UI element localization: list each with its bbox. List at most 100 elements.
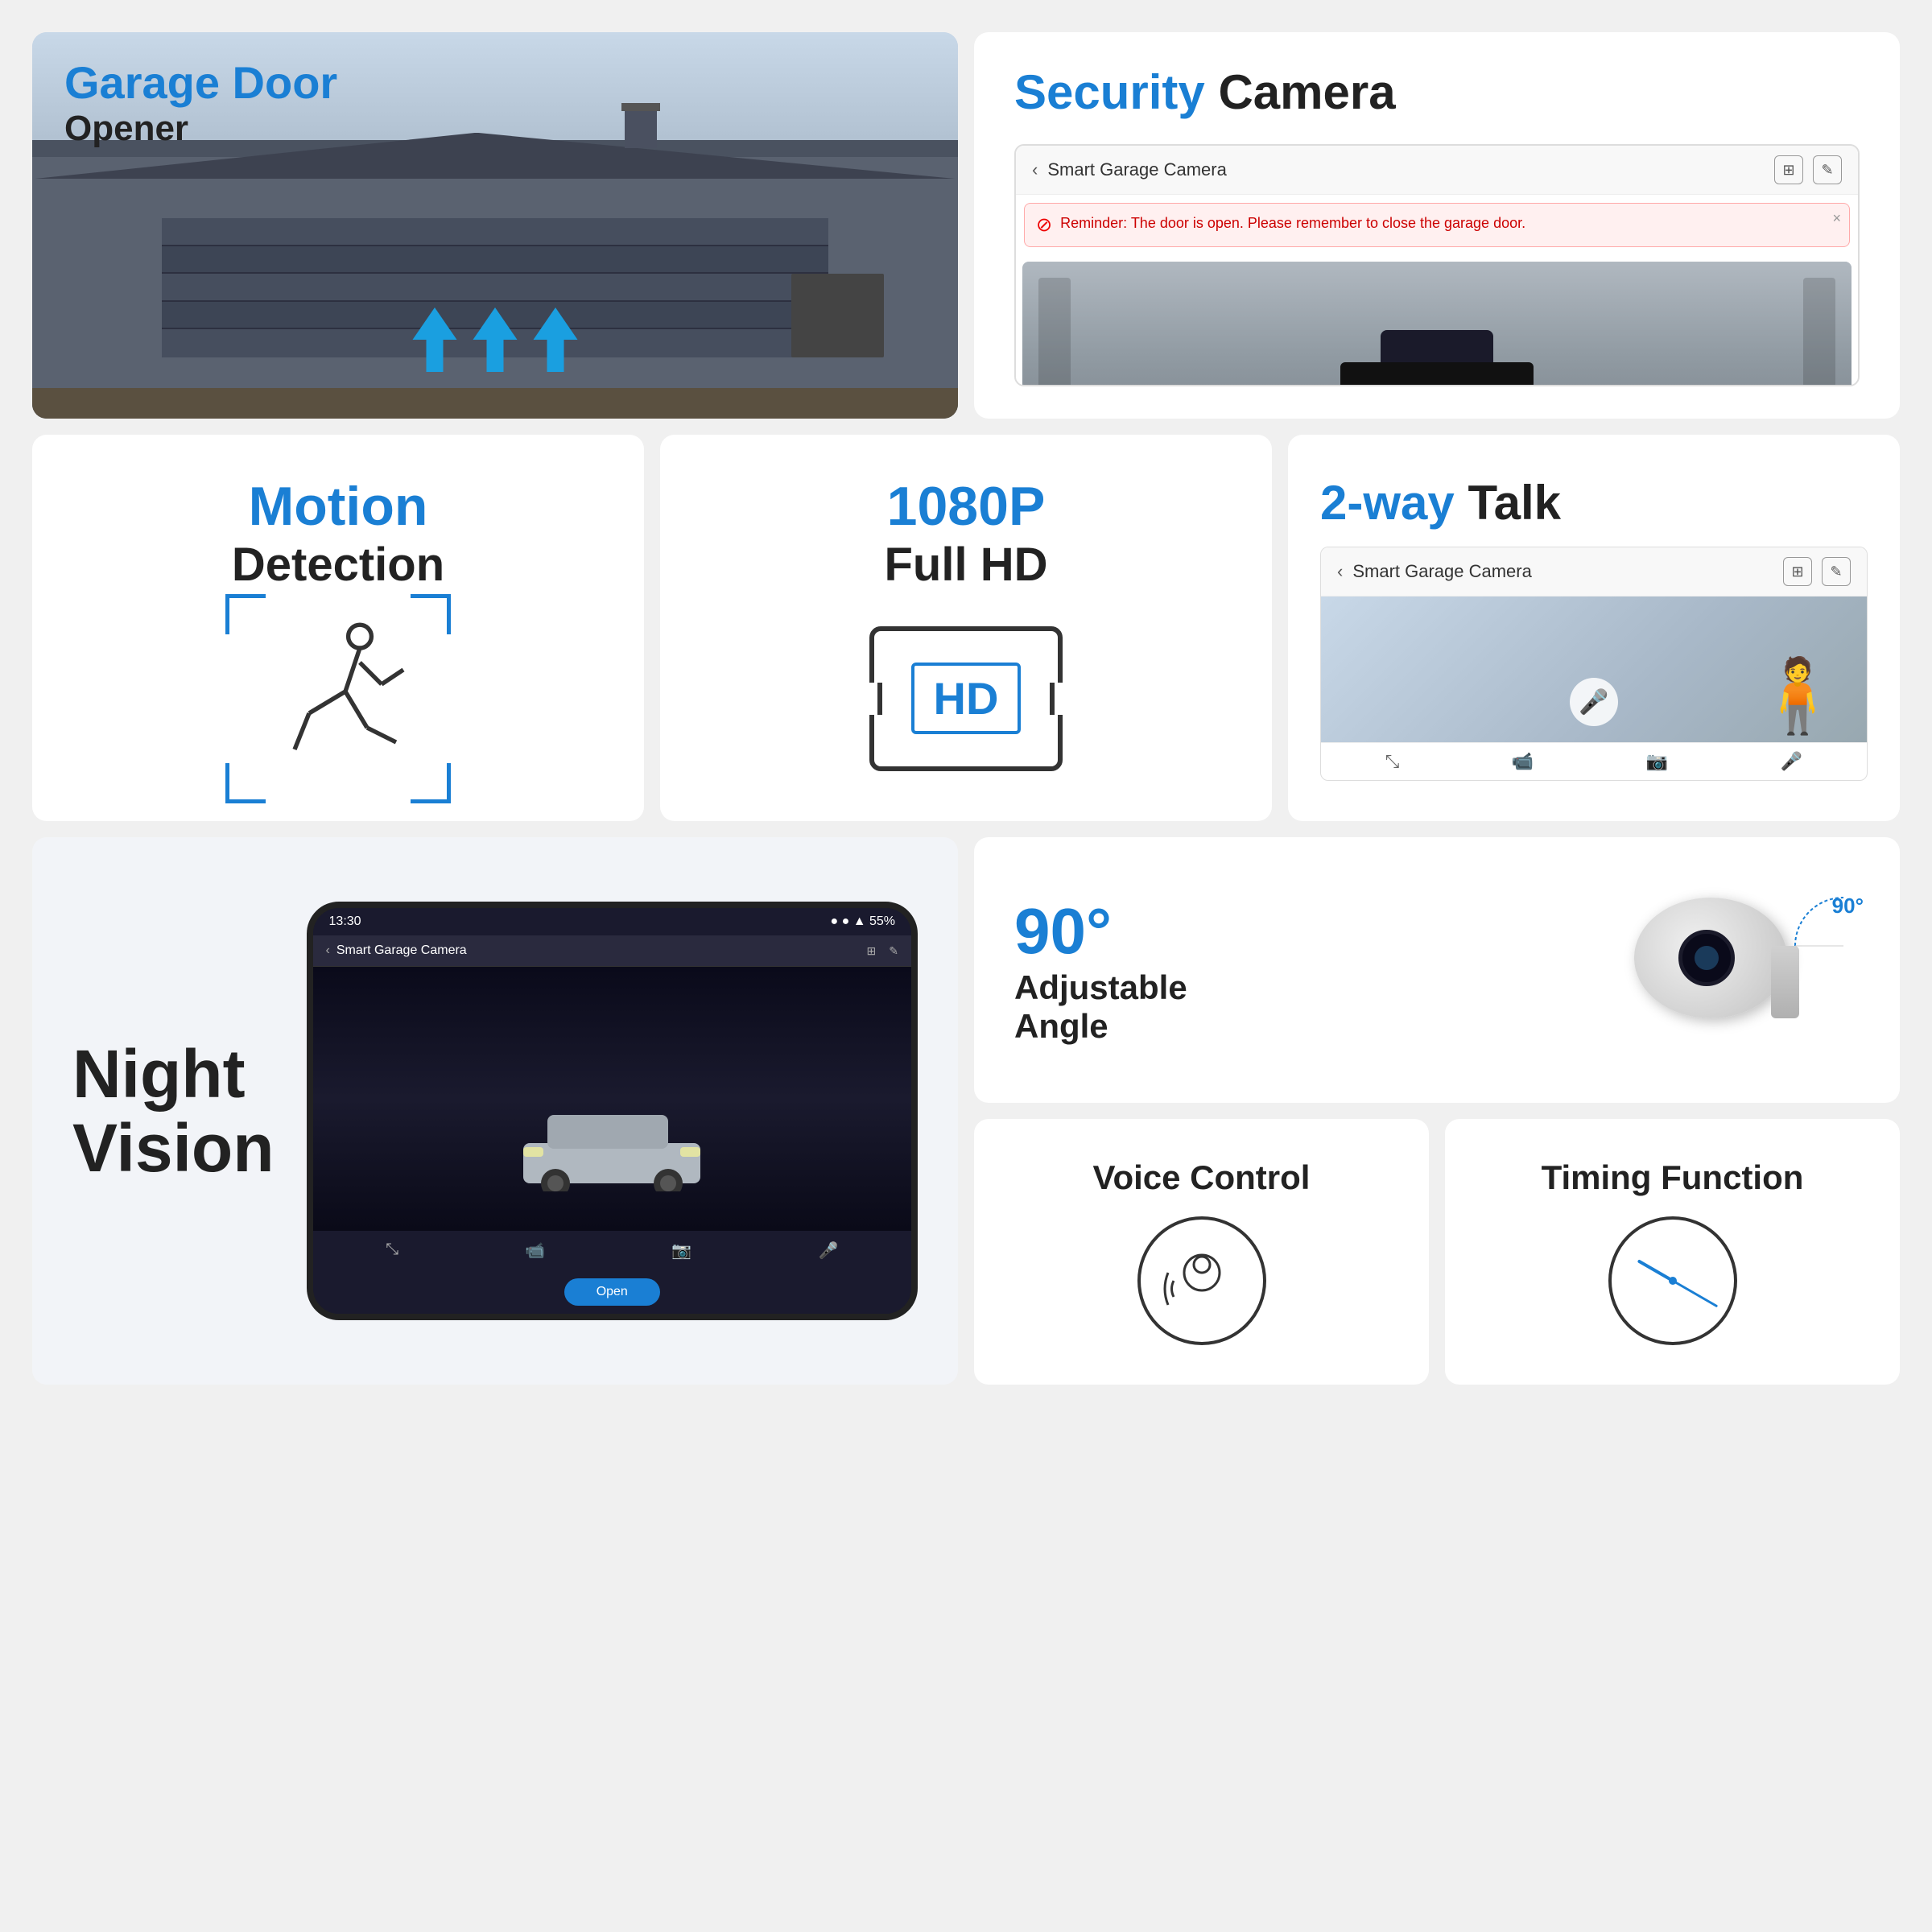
side-door [791,274,884,357]
car-roof [1381,330,1493,362]
hd-box: HD [869,626,1063,771]
two-way-copy-icon[interactable]: ⊞ [1783,557,1812,586]
chimney [625,109,657,148]
nv-record-icon[interactable]: 📹 [525,1241,545,1261]
two-way-edit-icon[interactable]: ✎ [1822,557,1851,586]
two-way-blue: 2-way [1320,476,1455,530]
arrow-3 [534,308,578,372]
clock-icon [1608,1216,1737,1345]
feed-shelf-left [1038,278,1071,386]
garage-title-black: Opener [64,109,337,149]
hd-title-row: 1080P Full HD [885,475,1048,592]
tw-mic-icon[interactable]: 🎤 [1781,751,1802,772]
nv-mic-icon[interactable]: 🎤 [819,1241,839,1261]
tw-record-icon[interactable]: 📹 [1512,751,1534,772]
two-way-panel: 2-way Talk ‹ Smart Garage Camera ⊞ ✎ 🧍 🎤 [1288,435,1900,821]
security-panel: Security Camera ‹ Smart Garage Camera ⊞ … [974,32,1900,419]
bracket-bl [225,763,266,803]
security-camera-feed [1022,262,1852,386]
motion-title-blue: Motion [249,475,428,538]
two-way-title: 2-way Talk [1320,475,1868,530]
right-features: 90° Adjustable Angle [974,837,1900,1385]
night-label-line1: Night [72,1037,275,1111]
bottom-row: Night Vision 13:30 ● ● ▲ 55% ‹ Smart Gar… [32,837,1900,1385]
nv-toolbar: ⤡ 📹 📷 🎤 [313,1231,911,1270]
nv-copy-icon[interactable]: ⊞ [867,944,877,958]
alert-icon: ⊘ [1036,213,1052,237]
night-vision-panel: Night Vision 13:30 ● ● ▲ 55% ‹ Smart Gar… [32,837,958,1385]
nv-open-button[interactable]: Open [564,1278,660,1306]
clock-center [1669,1277,1677,1285]
feed-car [1340,330,1534,386]
bracket-tr [411,594,451,634]
nv-camera-icon[interactable]: 📷 [671,1241,691,1261]
angle-degree: 90° [1014,894,1602,968]
two-way-toolbar: ⤡ 📹 📷 🎤 [1321,742,1867,780]
voice-title: Voice Control [1093,1158,1311,1197]
nv-status-icons: ● ● ▲ 55% [830,914,895,929]
bottom-features-row: Voice Control Timing Function [974,1119,1900,1385]
tw-fullscreen-icon[interactable]: ⤡ [1385,751,1400,772]
clock-hand-minute [1672,1280,1718,1308]
angle-arc-label: 90° [1832,894,1864,919]
angle-panel: 90° Adjustable Angle [974,837,1900,1103]
night-vision-phone: 13:30 ● ● ▲ 55% ‹ Smart Garage Camera ⊞ … [307,902,918,1320]
cam-sphere [1634,898,1787,1018]
two-way-back-btn[interactable]: ‹ [1337,561,1343,582]
security-back-btn[interactable]: ‹ [1032,159,1038,180]
voice-icon-svg [1162,1241,1242,1321]
delivery-person: 🧍 [1752,654,1843,738]
camera-device: 90° [1634,890,1860,1051]
hd-title-black: Full HD [885,538,1048,592]
angle-label-line2: Angle [1014,1007,1602,1046]
motion-title-black: Detection [232,538,444,592]
alert-close-btn[interactable]: × [1832,210,1841,227]
security-title-black: Camera [1218,65,1395,119]
cam-lens [1678,930,1735,986]
security-title-blue: Security [1014,65,1205,119]
garage-label: Garage Door Opener [64,56,337,149]
security-title: Security Camera [1014,64,1860,120]
voice-icon-container [1137,1216,1266,1345]
night-car-svg [507,1103,716,1191]
middle-row: Motion Detection [32,435,1900,821]
motion-icon-container [266,616,411,781]
night-label-line2: Vision [72,1111,275,1185]
motion-bracket [225,594,451,803]
bracket-tl [225,594,266,634]
cam-mount [1771,946,1799,1018]
mic-overlay[interactable]: 🎤 [1570,678,1618,726]
nv-back-btn[interactable]: ‹ [326,943,330,958]
car-body [1340,362,1534,386]
security-edit-icon[interactable]: ✎ [1813,155,1842,184]
night-vision-label: Night Vision [72,1037,275,1186]
two-way-phone: ‹ Smart Garage Camera ⊞ ✎ 🧍 🎤 ⤡ 📹 📷 🎤 [1320,547,1868,781]
nv-phone-title: Smart Garage Camera [336,943,861,958]
nv-camera-feed [313,967,911,1231]
alert-banner: ⊘ Reminder: The door is open. Please rem… [1024,203,1850,247]
two-way-talk: Talk [1468,476,1561,530]
security-phone-header: ‹ Smart Garage Camera ⊞ ✎ [1016,146,1858,195]
nv-edit-icon[interactable]: ✎ [889,944,898,958]
two-way-phone-title: Smart Garage Camera [1352,561,1773,582]
arrow-1 [413,308,457,372]
garage-door-panel: Garage Door Opener [32,32,958,419]
main-grid: Garage Door Opener Security Camera ‹ Sma… [0,0,1932,1932]
two-way-phone-header: ‹ Smart Garage Camera ⊞ ✎ [1321,547,1867,597]
nv-footer: Open [313,1270,911,1314]
motion-title-row: Motion Detection [232,475,444,592]
tw-camera-icon[interactable]: 📷 [1646,751,1668,772]
angle-label-line1: Adjustable [1014,968,1602,1007]
timing-panel: Timing Function [1445,1119,1900,1385]
chimney-cap [621,103,660,111]
security-copy-icon[interactable]: ⊞ [1774,155,1803,184]
nv-phone-header: ‹ Smart Garage Camera ⊞ ✎ [313,935,911,967]
hd-title-blue: 1080P [887,475,1046,538]
security-phone-title: Smart Garage Camera [1047,159,1765,180]
nv-status-bar: 13:30 ● ● ▲ 55% [313,908,911,935]
hd-notch-right [1050,683,1063,715]
two-way-feed: 🧍 🎤 [1321,597,1867,742]
hd-panel: 1080P Full HD HD [660,435,1272,821]
nv-fullscreen-icon[interactable]: ⤡ [386,1241,398,1261]
bracket-br [411,763,451,803]
